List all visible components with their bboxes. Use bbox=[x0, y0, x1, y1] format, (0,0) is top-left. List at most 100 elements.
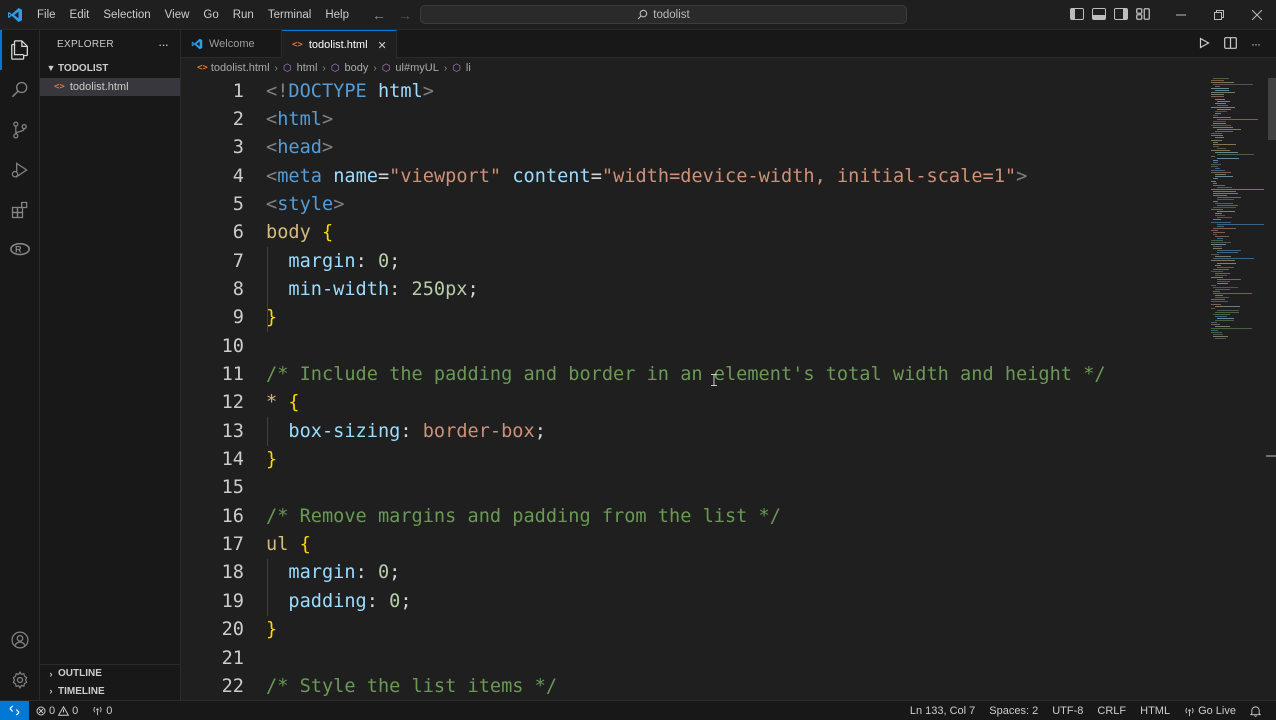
error-count: 0 bbox=[49, 704, 56, 717]
code-line[interactable]: 15 bbox=[181, 474, 1201, 502]
menu-file[interactable]: File bbox=[30, 0, 63, 30]
minimap[interactable] bbox=[1208, 78, 1266, 348]
notifications-bell-icon[interactable] bbox=[1243, 701, 1268, 720]
code-line[interactable]: 20} bbox=[181, 616, 1201, 644]
code-line[interactable]: 12 * { bbox=[181, 389, 1201, 417]
code-line[interactable]: 13 box-sizing: border-box; bbox=[181, 417, 1201, 445]
close-window-button[interactable] bbox=[1238, 0, 1276, 30]
menu-selection[interactable]: Selection bbox=[96, 0, 157, 30]
menu-terminal[interactable]: Terminal bbox=[261, 0, 318, 30]
code-token: > bbox=[333, 193, 345, 215]
file-todolist-html[interactable]: <> todolist.html bbox=[40, 78, 180, 96]
code-line[interactable]: 4 <meta name="viewport" content="width=de… bbox=[181, 162, 1201, 190]
command-center-search[interactable]: todolist bbox=[420, 5, 907, 24]
code-token: = bbox=[377, 165, 390, 187]
code-token: ; bbox=[389, 250, 401, 272]
menu-run[interactable]: Run bbox=[226, 0, 261, 30]
code-line[interactable]: 7 margin: 0; bbox=[181, 247, 1201, 275]
code-line[interactable]: 5 <style> bbox=[181, 190, 1201, 218]
text-cursor-icon bbox=[711, 374, 717, 386]
line-number: 18 bbox=[221, 562, 244, 584]
vscode-logo-icon[interactable] bbox=[0, 0, 30, 30]
go-back-icon[interactable]: ← bbox=[372, 7, 386, 23]
code-token: ; bbox=[389, 562, 401, 584]
breadcrumb-item[interactable]: todolist.html bbox=[211, 62, 270, 74]
minimap-line bbox=[1211, 328, 1252, 330]
problems-status[interactable]: 0 0 bbox=[29, 701, 85, 720]
remote-indicator-icon[interactable] bbox=[0, 700, 29, 720]
outline-section[interactable]: › OUTLINE bbox=[40, 664, 181, 682]
code-editor[interactable]: 1 <!DOCTYPE html> 2 <html> 3 <head> 4 <meta nam… bbox=[181, 78, 1276, 700]
code-text: <head> bbox=[266, 137, 333, 158]
minimap-line bbox=[1211, 166, 1218, 168]
tab-welcome[interactable]: Welcome bbox=[181, 30, 282, 58]
restore-button[interactable] bbox=[1200, 0, 1238, 30]
breadcrumb-item[interactable]: li bbox=[466, 62, 471, 74]
close-tab-icon[interactable]: ✕ bbox=[378, 39, 387, 52]
go-forward-icon[interactable]: → bbox=[398, 7, 412, 23]
code-line[interactable]: 16 /* Remove margins and padding from the… bbox=[181, 502, 1201, 530]
breadcrumb-item[interactable]: ul#myUL bbox=[395, 62, 438, 74]
minimap-line bbox=[1211, 135, 1223, 137]
chevron-right-icon: › bbox=[49, 668, 53, 679]
editor-scrollbar[interactable] bbox=[1266, 78, 1276, 700]
code-line[interactable]: 8 min-width: 250px; bbox=[181, 275, 1201, 303]
more-actions-icon[interactable]: ··· bbox=[1251, 37, 1261, 52]
menu-edit[interactable]: Edit bbox=[63, 0, 97, 30]
code-line[interactable]: 6 body { bbox=[181, 219, 1201, 247]
explorer-icon[interactable] bbox=[0, 30, 40, 70]
menu-help[interactable]: Help bbox=[318, 0, 356, 30]
run-debug-icon[interactable] bbox=[0, 150, 40, 190]
minimize-button[interactable] bbox=[1162, 0, 1200, 30]
code-line[interactable]: 18 margin: 0; bbox=[181, 559, 1201, 587]
scrollbar-thumb[interactable] bbox=[1268, 78, 1276, 140]
go-live-button[interactable]: Go Live bbox=[1177, 701, 1243, 720]
code-line[interactable]: 19 padding: 0; bbox=[181, 587, 1201, 615]
code-token: meta bbox=[277, 165, 322, 187]
code-line[interactable]: 21 bbox=[181, 644, 1201, 672]
ports-status[interactable]: 0 bbox=[85, 701, 119, 720]
extensions-icon[interactable] bbox=[0, 190, 40, 230]
toggle-panel-icon[interactable] bbox=[1092, 7, 1106, 20]
indentation-status[interactable]: Spaces: 2 bbox=[982, 701, 1045, 720]
source-control-icon[interactable] bbox=[0, 110, 40, 150]
eol-status[interactable]: CRLF bbox=[1090, 701, 1133, 720]
run-icon[interactable] bbox=[1198, 37, 1210, 52]
code-line[interactable]: 10 bbox=[181, 332, 1201, 360]
tab-todolist-html[interactable]: <> todolist.html ✕ bbox=[282, 30, 397, 59]
minimap-line bbox=[1217, 205, 1238, 207]
code-text: min-width: 250px; bbox=[266, 279, 478, 300]
code-line[interactable]: 11 /* Include the padding and border in a… bbox=[181, 361, 1201, 389]
code-line[interactable]: 22 /* Style the list items */ bbox=[181, 672, 1201, 700]
code-line[interactable]: 2 <html> bbox=[181, 105, 1201, 133]
toggle-primary-sidebar-icon[interactable] bbox=[1070, 7, 1084, 20]
toggle-secondary-sidebar-icon[interactable] bbox=[1114, 7, 1128, 20]
remote-explorer-icon[interactable]: R bbox=[0, 230, 40, 270]
code-line[interactable]: 9} bbox=[181, 304, 1201, 332]
account-icon[interactable] bbox=[0, 620, 40, 660]
cursor-position[interactable]: Ln 133, Col 7 bbox=[903, 701, 982, 720]
minimap-line bbox=[1217, 186, 1232, 188]
code-text: /* Remove margins and padding from the l… bbox=[266, 506, 781, 527]
split-editor-icon[interactable] bbox=[1224, 37, 1237, 52]
ports-count: 0 bbox=[106, 704, 113, 717]
minimap-line bbox=[1215, 213, 1222, 215]
more-actions-icon[interactable]: ··· bbox=[158, 37, 169, 52]
search-icon[interactable] bbox=[0, 70, 40, 110]
menu-go[interactable]: Go bbox=[196, 0, 225, 30]
code-line[interactable]: 3 <head> bbox=[181, 134, 1201, 162]
settings-gear-icon[interactable] bbox=[0, 660, 40, 700]
code-line[interactable]: 1 <!DOCTYPE html> bbox=[181, 78, 1201, 105]
breadcrumb-item[interactable]: html bbox=[297, 62, 318, 74]
code-line[interactable]: 17 ul { bbox=[181, 531, 1201, 559]
language-mode[interactable]: HTML bbox=[1133, 701, 1177, 720]
code-line[interactable]: 14} bbox=[181, 446, 1201, 474]
menu-view[interactable]: View bbox=[158, 0, 197, 30]
customize-layout-icon[interactable] bbox=[1136, 7, 1150, 23]
breadcrumb-item[interactable]: body bbox=[344, 62, 368, 74]
encoding-status[interactable]: UTF-8 bbox=[1045, 701, 1090, 720]
folder-todolist[interactable]: ▼ TODOLIST bbox=[40, 58, 180, 78]
timeline-section[interactable]: › TIMELINE bbox=[40, 682, 181, 700]
